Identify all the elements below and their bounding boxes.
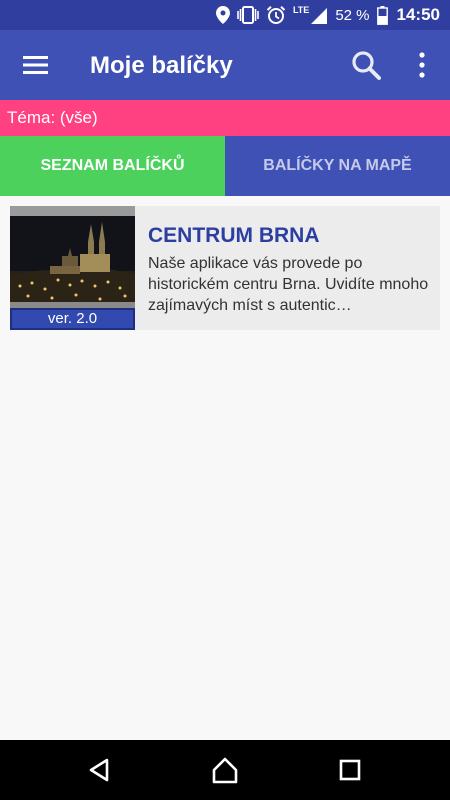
- app-bar: Moje balíčky: [0, 30, 450, 100]
- location-icon: [215, 6, 230, 24]
- clock: 14:50: [396, 5, 440, 24]
- more-vert-icon[interactable]: [412, 51, 432, 79]
- battery-icon: [376, 5, 388, 25]
- status-bar: LTE 52 % 14:50: [0, 0, 450, 30]
- topic-filter-label: Téma: (vše): [7, 108, 98, 127]
- home-icon[interactable]: [210, 755, 240, 785]
- signal-icon: [311, 8, 328, 24]
- battery-percent: 52 %: [335, 6, 370, 24]
- package-title: CENTRUM BRNA: [148, 224, 320, 247]
- topic-filter[interactable]: Téma: (vše): [0, 100, 450, 136]
- tab-package-list[interactable]: SEZNAM BALÍČKŮ: [0, 136, 225, 196]
- package-description: Naše aplikace vás provede po historickém…: [148, 255, 429, 314]
- back-icon[interactable]: [85, 755, 115, 785]
- system-nav-bar: [0, 740, 450, 800]
- search-icon[interactable]: [351, 50, 381, 80]
- vibrate-icon: [237, 6, 259, 24]
- tab-packages-on-map-label: BALÍČKY NA MAPĚ: [263, 157, 412, 174]
- cathedral-night-image: [10, 206, 135, 308]
- tab-bar: SEZNAM BALÍČKŮ BALÍČKY NA MAPĚ: [0, 136, 450, 196]
- tab-package-list-label: SEZNAM BALÍČKŮ: [40, 157, 185, 174]
- signal-indicator: LTE: [293, 5, 328, 25]
- package-card[interactable]: ver. 2.0 CENTRUM BRNA Naše aplikace vás …: [10, 206, 440, 330]
- alarm-icon: [266, 6, 286, 24]
- page-title: Moje balíčky: [90, 52, 233, 79]
- package-thumbnail: ver. 2.0: [10, 206, 135, 330]
- recents-icon[interactable]: [335, 755, 365, 785]
- package-image: [10, 206, 135, 308]
- package-version-badge: ver. 2.0: [10, 308, 135, 330]
- tab-packages-on-map[interactable]: BALÍČKY NA MAPĚ: [225, 136, 450, 196]
- network-type: LTE: [292, 5, 310, 15]
- hamburger-icon[interactable]: [23, 55, 48, 75]
